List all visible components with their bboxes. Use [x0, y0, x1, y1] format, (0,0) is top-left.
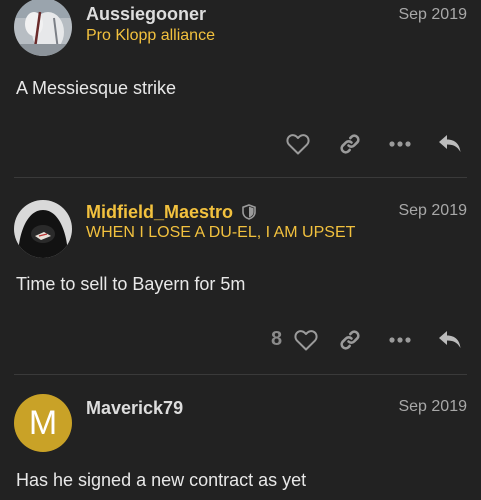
username[interactable]: Aussiegooner	[86, 4, 206, 25]
post-body: Time to sell to Bayern for 5m	[16, 274, 246, 294]
copy-link-button[interactable]	[333, 323, 367, 357]
username[interactable]: Midfield_Maestro	[86, 202, 256, 223]
username-text: Midfield_Maestro	[86, 202, 234, 222]
post-stream: Aussiegooner Pro Klopp alliance Sep 2019…	[0, 0, 481, 500]
user-flair: WHEN I LOSE A DU-EL, I AM UPSET	[86, 224, 356, 241]
avatar-letter: M	[28, 403, 58, 442]
link-icon	[340, 134, 360, 154]
post: Midfield_Maestro WHEN I LOSE A DU-EL, I …	[0, 178, 481, 375]
post-actions: 8	[267, 323, 467, 357]
avatar[interactable]: M	[14, 394, 72, 452]
post-actions	[267, 127, 467, 161]
post-date[interactable]: Sep 2019	[398, 398, 467, 416]
post: Aussiegooner Pro Klopp alliance Sep 2019…	[0, 0, 481, 178]
username[interactable]: Maverick79	[86, 398, 183, 419]
avatar[interactable]	[14, 0, 72, 56]
more-icon	[389, 337, 411, 343]
post-date[interactable]: Sep 2019	[398, 202, 467, 220]
heart-icon	[294, 330, 318, 351]
link-icon	[340, 330, 360, 350]
more-button[interactable]	[383, 323, 417, 357]
more-icon	[389, 141, 411, 147]
reply-icon	[439, 135, 461, 152]
reply-button[interactable]	[433, 323, 467, 357]
heart-icon	[286, 134, 310, 155]
copy-link-button[interactable]	[333, 127, 367, 161]
post-body: Has he signed a new contract as yet	[16, 470, 307, 490]
like-button[interactable]	[281, 127, 315, 161]
user-flair: Pro Klopp alliance	[86, 27, 215, 44]
like-button[interactable]	[289, 323, 323, 357]
more-button[interactable]	[383, 127, 417, 161]
post-body: A Messiesque strike	[16, 78, 177, 98]
avatar[interactable]	[14, 200, 72, 258]
like-count[interactable]: 8	[271, 328, 282, 351]
reply-button[interactable]	[433, 127, 467, 161]
reply-icon	[439, 331, 461, 348]
post-date[interactable]: Sep 2019	[398, 6, 467, 24]
shield-icon	[242, 204, 256, 220]
post: M Maverick79 Sep 2019 Has he signed a ne…	[0, 374, 481, 500]
